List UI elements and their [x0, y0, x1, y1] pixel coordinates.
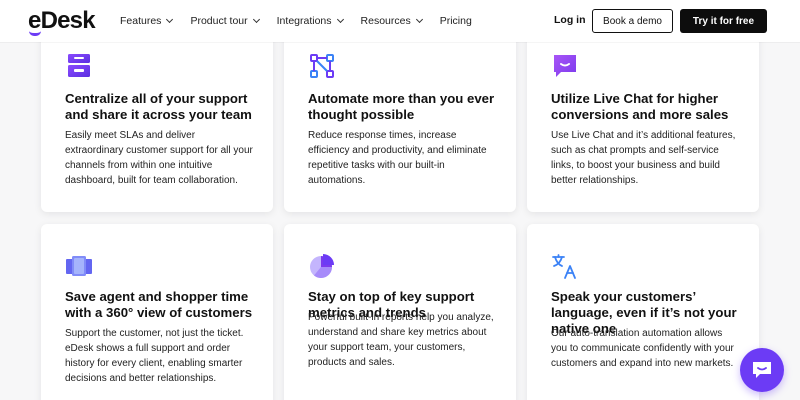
card-body: Support the customer, not just the ticke…: [65, 328, 244, 384]
chat-bubble-icon: [554, 55, 576, 77]
chevron-down-icon: [252, 15, 260, 24]
chevron-down-icon: [336, 15, 344, 24]
nav-product-tour[interactable]: Product tour: [190, 15, 260, 27]
edesk-logo[interactable]: e Desk: [28, 6, 96, 36]
card-body: Reduce response times, increase efficien…: [308, 130, 487, 186]
feature-card-automate: Automate more than you ever thought poss…: [284, 30, 516, 212]
chat-widget-icon: [753, 362, 771, 378]
workflow-nodes-icon: [310, 54, 334, 78]
card-body: Our auto-translation automation allows y…: [551, 328, 734, 369]
stacked-cards-icon: [66, 256, 92, 276]
card-title: Utilize Live Chat for higher conversions…: [551, 91, 729, 122]
translate-icon: [552, 254, 576, 279]
pie-chart-icon: [310, 254, 334, 279]
site-header: e Desk Features Product tour Integrations…: [0, 0, 800, 42]
logo-text: Desk: [40, 7, 96, 34]
feature-card-metrics: Stay on top of key support metrics and t…: [284, 224, 516, 400]
card-title: Save agent and shopper time with a 360° …: [65, 289, 253, 320]
feature-card-translation: Speak your customers’ language, even if …: [527, 224, 759, 400]
chat-widget-button[interactable]: [740, 348, 784, 392]
card-body: Easily meet SLAs and deliver extraordina…: [65, 130, 253, 186]
feature-card-live-chat: Utilize Live Chat for higher conversions…: [527, 30, 759, 212]
nav-resources[interactable]: Resources: [361, 15, 423, 27]
main-nav: Features Product tour Integrations Resou…: [120, 0, 490, 42]
nav-pricing[interactable]: Pricing: [440, 15, 472, 27]
chevron-down-icon: [415, 15, 423, 24]
feature-card-360-view: Save agent and shopper time with a 360° …: [41, 224, 273, 400]
nav-integrations[interactable]: Integrations: [277, 15, 344, 27]
try-free-button[interactable]: Try it for free: [680, 9, 767, 33]
feature-card-centralize: Centralize all of your support and share…: [41, 30, 273, 212]
book-demo-button[interactable]: Book a demo: [592, 9, 673, 33]
chevron-down-icon: [166, 15, 174, 24]
card-title: Automate more than you ever thought poss…: [308, 91, 495, 122]
inbox-tray-icon: [68, 54, 90, 77]
card-body: Use Live Chat and it’s additional featur…: [551, 130, 736, 186]
login-link[interactable]: Log in: [554, 14, 586, 26]
nav-features[interactable]: Features: [120, 15, 174, 27]
card-body: Powerful built-in reports help you analy…: [308, 312, 494, 368]
card-title: Centralize all of your support and share…: [65, 91, 252, 122]
